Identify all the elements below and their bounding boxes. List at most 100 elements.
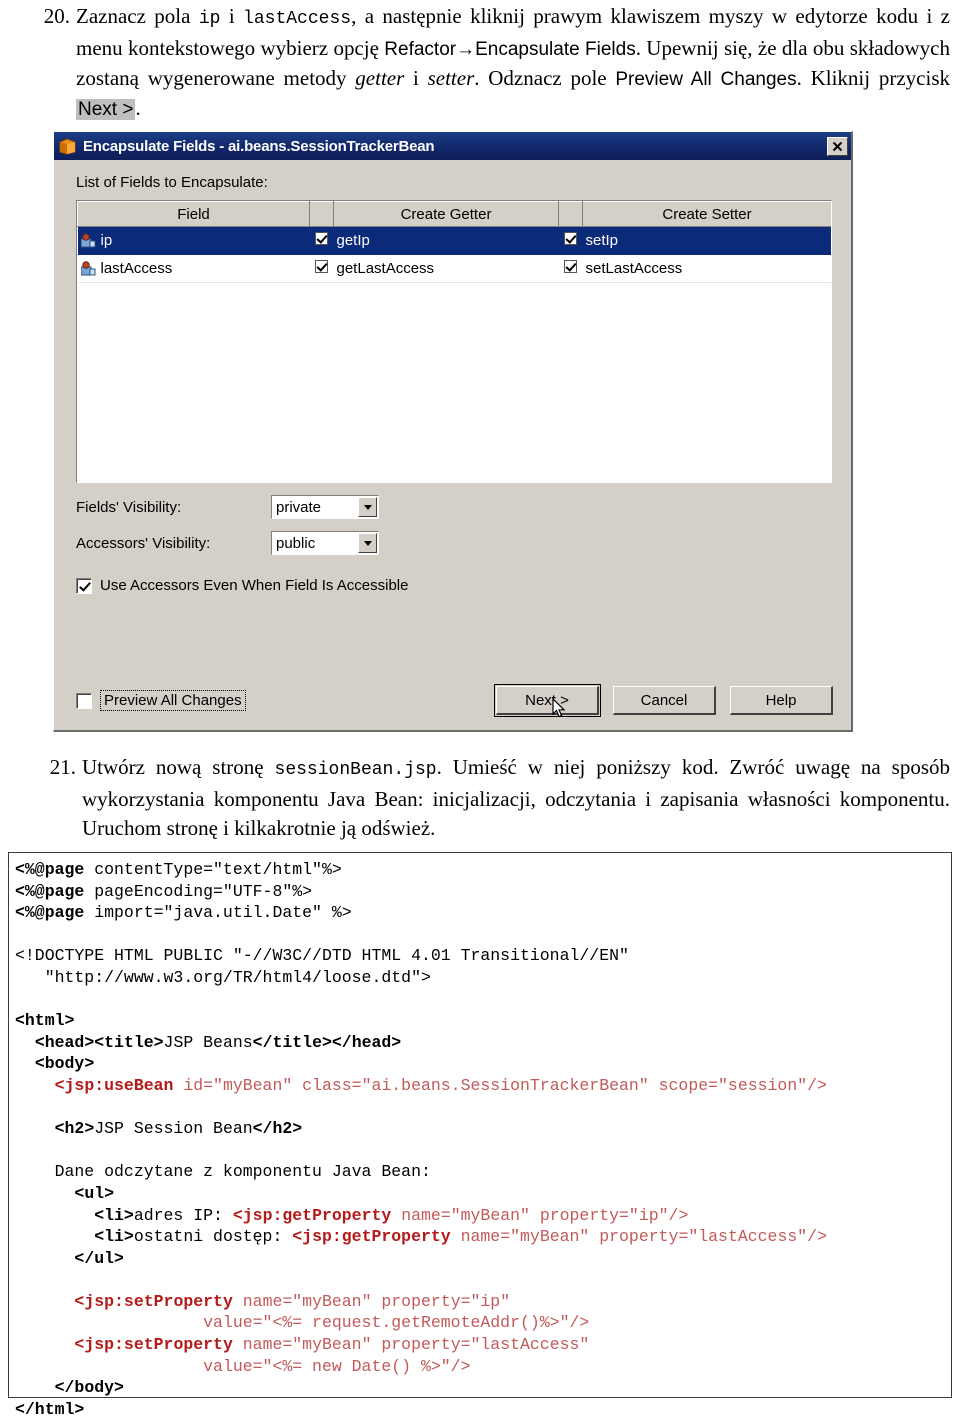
html-tag: <html> — [15, 1011, 75, 1031]
html-tag: <body> — [34, 1054, 95, 1074]
code-term: sessionBean.jsp — [274, 760, 437, 780]
cancel-button[interactable]: Cancel — [613, 686, 716, 715]
accessors-visibility-select[interactable]: public — [271, 531, 379, 555]
table-header-row: Field Create Getter Create Setter — [77, 201, 831, 227]
highlighted-term: Next > — [76, 99, 136, 120]
table-row[interactable]: ip getIp setIp — [77, 226, 831, 255]
cancel-button-label: Cancel — [640, 691, 688, 709]
column-header-field[interactable]: Field — [77, 201, 310, 227]
dialog-titlebar: Encapsulate Fields - ai.beans.SessionTra… — [54, 132, 851, 160]
cell-getter-checkbox[interactable] — [309, 254, 334, 283]
encapsulate-fields-dialog: Encapsulate Fields - ai.beans.SessionTra… — [53, 131, 853, 732]
cell-field: lastAccess — [77, 254, 310, 283]
jsp-tag: <jsp:useBean — [54, 1075, 174, 1095]
field-bean-icon — [80, 261, 96, 276]
help-button[interactable]: Help — [730, 686, 833, 715]
code-token: adres IP: — [133, 1205, 233, 1225]
emphasis-term: getter — [355, 66, 405, 90]
text-run: . — [135, 96, 141, 120]
ui-term: Refactor→Encapsulate Fields — [384, 39, 636, 60]
jsp-code-listing: <%@page contentType="text/html"%> <%@pag… — [8, 852, 952, 1419]
fields-list[interactable]: Field Create Getter Create Setter ip getI… — [76, 200, 832, 483]
html-tag: <title> — [94, 1032, 164, 1052]
field-name: ip — [100, 232, 113, 249]
cell-getter-checkbox[interactable] — [309, 226, 334, 255]
jsp-tag: <jsp:getProperty — [292, 1227, 451, 1247]
jsp-attribute: value="<%= new Date() %>"/> — [15, 1356, 471, 1376]
cell-setter-checkbox[interactable] — [558, 226, 583, 255]
html-tag: </h2> — [252, 1119, 303, 1139]
code-token: import="java.util.Date" %> — [84, 903, 352, 923]
create-getter-checkbox[interactable] — [315, 232, 328, 245]
text-run: . Odznacz pole — [474, 66, 616, 90]
jsp-attribute: name="myBean" property="lastAccess" — [232, 1335, 590, 1355]
emphasis-term: setter — [427, 66, 475, 90]
step-number: 20. — [43, 4, 70, 28]
code-token: pageEncoding="UTF-8"%> — [84, 881, 313, 901]
column-header-create-setter[interactable]: Create Setter — [582, 201, 831, 227]
column-header-setter-check[interactable] — [558, 201, 583, 227]
accessors-visibility-row: Accessors' Visibility: public — [76, 531, 833, 555]
use-accessors-checkbox[interactable] — [76, 577, 92, 594]
cell-getter-name: getLastAccess — [333, 254, 559, 283]
column-header-create-getter[interactable]: Create Getter — [333, 201, 559, 227]
code-text: <%@page contentType="text/html"%> <%@pag… — [15, 859, 951, 1420]
fields-visibility-row: Fields' Visibility: private — [76, 495, 833, 519]
fields-table: Field Create Getter Create Setter ip getI… — [77, 201, 831, 283]
list-of-fields-label: List of Fields to Encapsulate: — [76, 174, 268, 191]
html-tag: </title> — [252, 1032, 332, 1052]
use-accessors-checkbox-row[interactable]: Use Accessors Even When Field Is Accessi… — [76, 577, 833, 594]
code-token: "http://www.w3.org/TR/html4/loose.dtd"> — [15, 967, 431, 987]
create-setter-checkbox[interactable] — [564, 260, 577, 273]
next-button-label: Next > — [525, 691, 569, 709]
table-row[interactable]: lastAccess getLastAccess setLastAccess — [77, 254, 831, 283]
create-getter-checkbox[interactable] — [315, 260, 328, 273]
fields-visibility-select[interactable]: private — [271, 495, 379, 519]
preview-all-changes-row[interactable]: Preview All Changes — [76, 690, 246, 711]
next-button[interactable]: Next > — [494, 684, 601, 718]
cell-setter-name: setLastAccess — [582, 254, 831, 283]
java-bean-cube-icon — [59, 137, 76, 155]
html-tag: </html> — [15, 1399, 85, 1419]
text-run: . Kliknij przycisk — [796, 66, 950, 90]
cell-setter-checkbox[interactable] — [558, 254, 583, 283]
field-name: lastAccess — [100, 260, 173, 277]
html-tag: <head> — [34, 1032, 95, 1052]
field-bean-icon — [80, 233, 96, 248]
close-icon[interactable] — [827, 136, 848, 156]
text-run: Utwórz nową stronę — [82, 755, 275, 779]
dialog-button-group: Next > Cancel Help — [494, 684, 833, 718]
column-header-getter-check[interactable] — [309, 201, 334, 227]
preview-all-changes-checkbox[interactable] — [76, 692, 92, 709]
step-number: 21. — [49, 755, 76, 779]
text-run: Zaznacz pola — [76, 4, 199, 28]
jsp-tag: <jsp:setProperty — [74, 1291, 233, 1311]
accessors-visibility-label: Accessors' Visibility: — [76, 534, 211, 552]
html-tag: <ul> — [74, 1183, 115, 1203]
cell-getter-name: getIp — [333, 226, 559, 255]
dialog-body: List of Fields to Encapsulate: Field Cre… — [54, 160, 851, 729]
cell-setter-name: setIp — [582, 226, 831, 255]
create-setter-checkbox[interactable] — [564, 232, 577, 245]
jsp-tag: <jsp:setProperty — [74, 1335, 233, 1355]
html-tag: <%@page — [15, 903, 85, 923]
code-token: contentType="text/html"%> — [84, 860, 342, 879]
jsp-attribute: name="myBean" property="ip"/> — [391, 1205, 689, 1225]
chevron-down-icon[interactable] — [358, 497, 377, 517]
code-term: ip — [198, 9, 221, 29]
chevron-down-icon[interactable] — [358, 533, 377, 553]
code-token: ostatni dostęp: — [133, 1227, 293, 1247]
html-tag: <%@page — [15, 881, 85, 901]
html-tag: <li> — [94, 1205, 134, 1225]
html-tag: <%@page — [15, 860, 85, 879]
text-run: i — [404, 66, 428, 90]
